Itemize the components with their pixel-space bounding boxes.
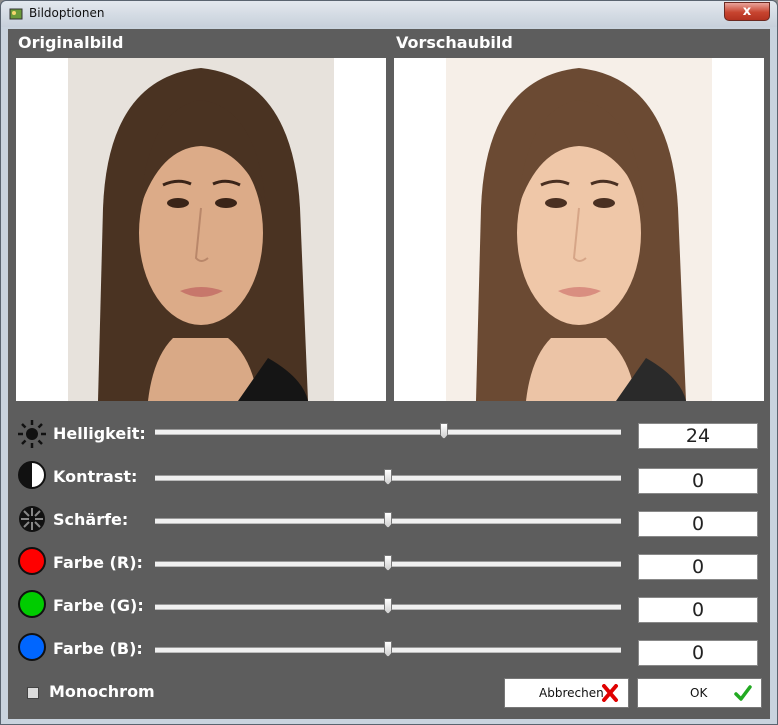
sharpness-slider-thumb[interactable]: [384, 512, 392, 528]
sun-icon: [18, 420, 46, 448]
brightness-value-field[interactable]: 24: [638, 423, 758, 449]
red-x-icon: [602, 684, 618, 702]
monochrom-checkbox[interactable]: [27, 687, 39, 699]
window-title: Bildoptionen: [29, 6, 105, 20]
contrast-value-field[interactable]: 0: [638, 468, 758, 494]
cancel-button-label: Abbrechen: [539, 686, 604, 700]
brightness-label: Helligkeit:: [53, 424, 146, 443]
green-check-icon: [734, 685, 752, 701]
red-color-slider-thumb[interactable]: [384, 555, 392, 571]
red-color-icon: [18, 547, 46, 575]
dialog-body: Originalbild Vorschaubild Helligkeit: 24…: [8, 29, 770, 719]
cancel-button[interactable]: Abbrechen: [504, 678, 629, 708]
preview-image-label: Vorschaubild: [396, 33, 513, 52]
original-portrait-image: [68, 58, 334, 401]
green-color-label: Farbe (G):: [53, 596, 144, 615]
preview-image-panel: [394, 58, 764, 401]
app-icon: [9, 8, 23, 20]
sharpness-slider[interactable]: [155, 512, 621, 528]
blue-color-label: Farbe (B):: [53, 639, 143, 658]
red-color-slider[interactable]: [155, 555, 621, 571]
blue-color-icon: [18, 633, 46, 661]
ok-button[interactable]: OK: [637, 678, 762, 708]
brightness-slider-thumb[interactable]: [439, 423, 448, 439]
title-bar[interactable]: Bildoptionen x: [1, 1, 777, 27]
blue-color-slider[interactable]: [155, 641, 621, 657]
blue-color-value-field[interactable]: 0: [638, 640, 758, 666]
green-color-slider[interactable]: [155, 598, 621, 614]
green-color-slider-thumb[interactable]: [384, 598, 392, 614]
contrast-label: Kontrast:: [53, 467, 138, 486]
green-color-value-field[interactable]: 0: [638, 597, 758, 623]
brightness-slider[interactable]: [155, 423, 621, 439]
contrast-icon: [18, 461, 46, 489]
contrast-slider-thumb[interactable]: [384, 469, 392, 485]
original-image-label: Originalbild: [18, 33, 124, 52]
sharpness-icon: [19, 506, 45, 532]
red-color-value-field[interactable]: 0: [638, 554, 758, 580]
close-button[interactable]: x: [724, 2, 770, 21]
blue-color-slider-thumb[interactable]: [384, 641, 392, 657]
red-color-label: Farbe (R):: [53, 553, 143, 572]
green-color-icon: [18, 590, 46, 618]
sharpness-value-field[interactable]: 0: [638, 511, 758, 537]
sharpness-label: Schärfe:: [53, 510, 129, 529]
monochrom-label: Monochrom: [49, 682, 155, 701]
original-image-panel: [16, 58, 386, 401]
contrast-slider[interactable]: [155, 469, 621, 485]
preview-portrait-image: [446, 58, 712, 401]
dialog-window: Bildoptionen x Originalbild Vorschaubild: [0, 0, 778, 725]
close-icon: x: [742, 4, 752, 19]
ok-button-label: OK: [690, 686, 708, 700]
